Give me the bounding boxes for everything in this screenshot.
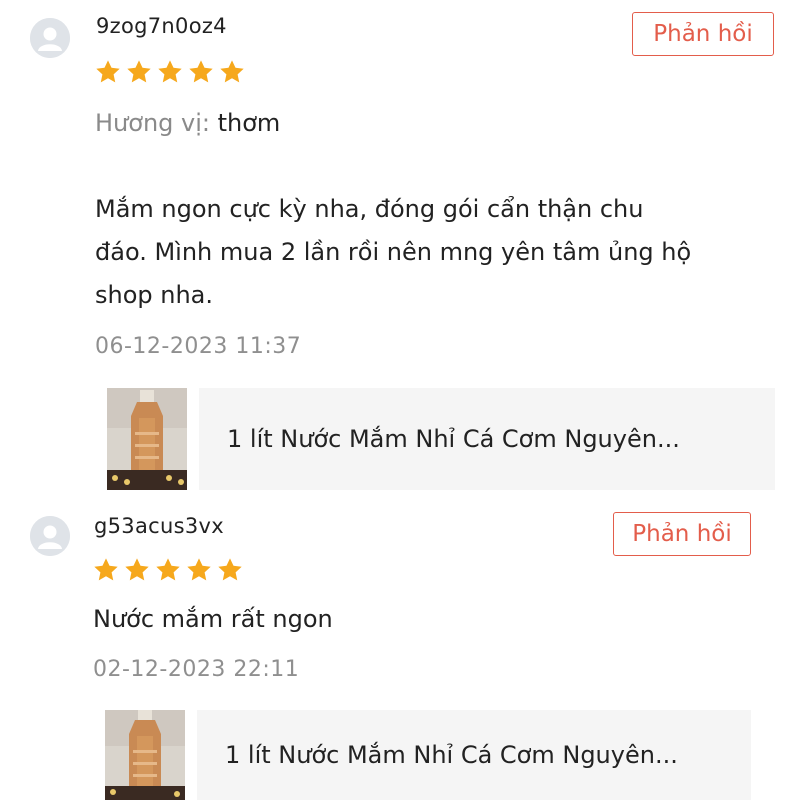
avatar[interactable] [30, 516, 70, 556]
reviewer-username[interactable]: g53acus3vx [94, 514, 224, 538]
rating-stars [92, 556, 244, 584]
review-date: 02-12-2023 22:11 [93, 657, 300, 682]
review-comment: Nước mắm rất ngon [93, 605, 333, 633]
product-card[interactable]: 1 lít Nước Mắm Nhỉ Cá Cơm Nguyên... [93, 710, 751, 800]
card-spacer [185, 710, 197, 800]
card-spacer [187, 388, 199, 490]
comment-line: shop nha. [95, 281, 214, 309]
comment-line: đáo. Mình mua 2 lần rồi nên mng yên tâm … [95, 238, 692, 266]
star-icon [94, 58, 122, 86]
rating-stars [94, 58, 246, 86]
product-bottle-image [105, 710, 185, 800]
star-icon [187, 58, 215, 86]
comment-line: Mắm ngon cực kỳ nha, đóng gói cẩn thận c… [95, 195, 644, 223]
product-thumbnail[interactable] [105, 710, 185, 800]
reviewer-username[interactable]: 9zog7n0oz4 [96, 14, 227, 38]
user-icon [30, 516, 70, 556]
product-card[interactable]: 1 lít Nước Mắm Nhỉ Cá Cơm Nguyên... [95, 388, 775, 490]
flavor-label: Hương vị: [95, 109, 210, 137]
reply-button[interactable]: Phản hồi [613, 512, 751, 556]
product-name[interactable]: 1 lít Nước Mắm Nhỉ Cá Cơm Nguyên... [199, 425, 680, 453]
review-item: 9zog7n0oz4 Phản hồi Hương vị: thơm Mắm n… [0, 0, 800, 500]
star-icon [154, 556, 182, 584]
avatar[interactable] [30, 18, 70, 58]
review-item: g53acus3vx Phản hồi Nước mắm rất ngon 02… [0, 500, 800, 800]
star-icon [125, 58, 153, 86]
star-icon [185, 556, 213, 584]
card-spacer [95, 388, 107, 490]
review-date: 06-12-2023 11:37 [95, 334, 302, 359]
star-icon [156, 58, 184, 86]
product-name[interactable]: 1 lít Nước Mắm Nhỉ Cá Cơm Nguyên... [197, 741, 678, 769]
star-icon [218, 58, 246, 86]
flavor-attribute: Hương vị: thơm [95, 102, 280, 145]
card-spacer [93, 710, 105, 800]
flavor-value: thơm [217, 109, 281, 137]
review-comment: Mắm ngon cực kỳ nha, đóng gói cẩn thận c… [95, 188, 691, 317]
star-icon [92, 556, 120, 584]
star-icon [123, 556, 151, 584]
user-icon [30, 18, 70, 58]
reply-button[interactable]: Phản hồi [632, 12, 774, 56]
product-bottle-image [107, 388, 187, 490]
product-thumbnail[interactable] [107, 388, 187, 490]
star-icon [216, 556, 244, 584]
